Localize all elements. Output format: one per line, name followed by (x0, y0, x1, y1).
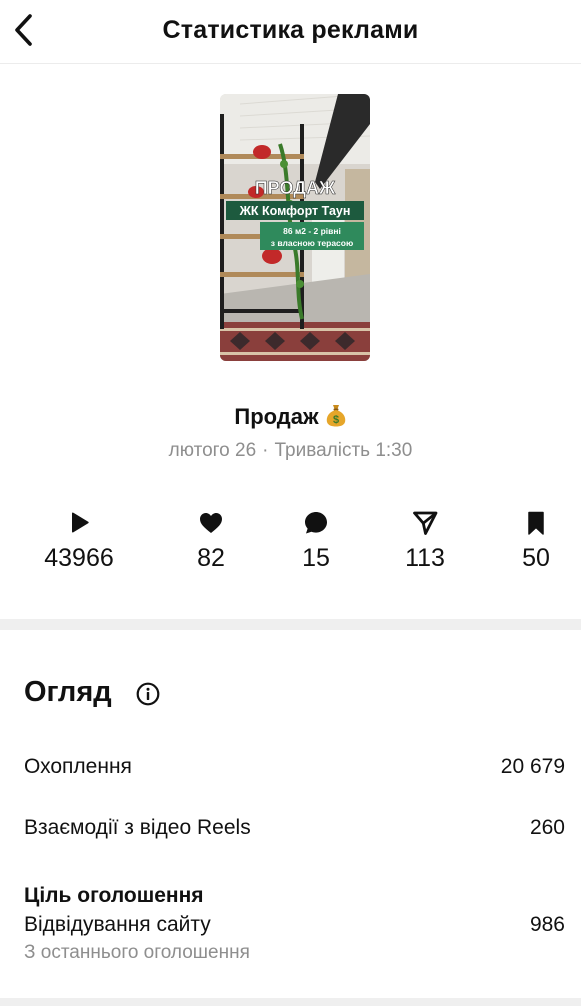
stat-likes: 82 (151, 510, 271, 573)
thumbnail-badge-line2: з власною терасою (271, 238, 354, 248)
website-visits-value: 986 (529, 913, 565, 936)
thumbnail-headline: ПРОДАЖ (255, 178, 336, 198)
reel-duration: Тривалість 1:30 (274, 440, 413, 461)
reel-date: лютого 26 (168, 440, 257, 461)
stat-likes-value: 82 (197, 544, 225, 572)
reach-value: 20 679 (500, 755, 565, 778)
website-visits-label: Відвідування сайту (24, 913, 211, 936)
reel-thumbnail[interactable]: ПРОДАЖ ЖК Комфорт Таун 86 м2 - 2 рівні з… (220, 94, 370, 361)
stat-saves-value: 50 (522, 544, 550, 572)
reel-meta: лютого 26 · Тривалість 1:30 (0, 440, 581, 462)
stat-shares: 113 (365, 510, 485, 573)
stat-comments: 15 (256, 510, 376, 573)
heart-icon (200, 513, 222, 533)
share-icon (413, 511, 438, 535)
comment-icon (305, 512, 327, 534)
meta-separator: · (262, 440, 269, 461)
reel-title: Продаж $ (0, 403, 581, 430)
overview-title: Огляд (24, 676, 112, 708)
page-title: Статистика реклами (162, 16, 419, 44)
play-icon (72, 512, 89, 533)
reel-title-text: Продаж (234, 404, 319, 429)
thumbnail-badge-line1: 86 м2 - 2 рівні (283, 226, 341, 236)
stat-plays-value: 43966 (44, 544, 114, 572)
svg-text:$: $ (333, 414, 339, 426)
stat-plays: 43966 (19, 510, 139, 573)
ad-goal-heading: Ціль оголошення (24, 884, 204, 907)
ad-goal-note: З останнього оголошення (24, 942, 250, 963)
bookmark-icon (528, 511, 544, 535)
reach-label: Охоплення (24, 755, 132, 778)
reels-interactions-value: 260 (529, 816, 565, 839)
money-bag-icon: $ (326, 405, 345, 427)
reels-interactions-label: Взаємодії з відео Reels (24, 816, 251, 839)
section-divider (0, 619, 581, 630)
stat-saves: 50 (476, 510, 581, 573)
stat-shares-value: 113 (405, 544, 445, 572)
thumbnail-subhead: ЖК Комфорт Таун (239, 204, 351, 218)
engagement-stats: 43966 82 15 113 50 (0, 510, 581, 580)
bottom-divider (0, 998, 581, 1006)
top-bar: Статистика реклами (0, 0, 581, 64)
info-icon[interactable] (136, 682, 160, 706)
stat-comments-value: 15 (302, 544, 330, 572)
